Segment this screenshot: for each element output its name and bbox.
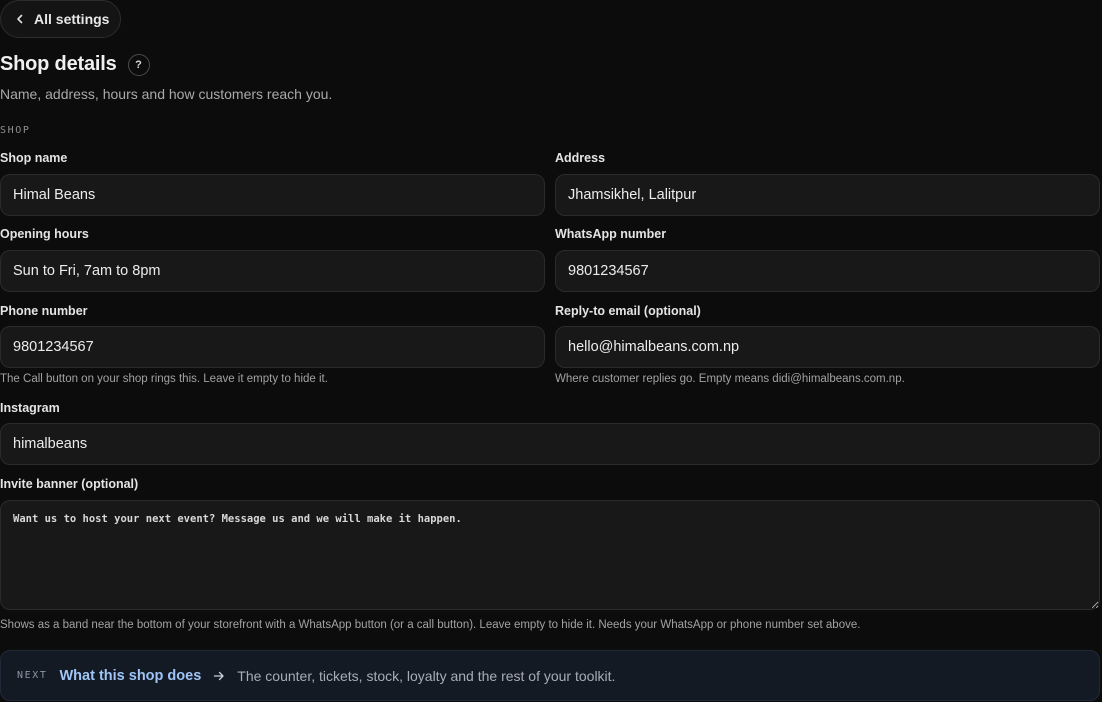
section-label: SHOP — [0, 125, 31, 136]
invite-banner-label: Invite banner (optional) — [0, 477, 139, 491]
reply-email-input[interactable] — [555, 326, 1100, 368]
question-icon[interactable]: ? — [127, 53, 150, 76]
arrow-right-icon — [213, 670, 225, 682]
page-title: Shop details — [0, 53, 117, 75]
invite-banner-hint: Shows as a band near the bottom of your … — [0, 619, 861, 631]
phone-hint: The Call button on your shop rings this.… — [0, 373, 328, 385]
reply-email-hint: Where customer replies go. Empty means d… — [555, 373, 905, 385]
all-settings-label: All settings — [34, 11, 110, 27]
phone-input[interactable] — [0, 326, 545, 368]
invite-banner-textarea[interactable]: Want us to host your next event? Message… — [0, 500, 1100, 610]
reply-email-label: Reply-to email (optional) — [555, 304, 701, 318]
all-settings-button[interactable]: All settings — [0, 0, 121, 38]
shop-name-label: Shop name — [0, 151, 68, 165]
opening-hours-input[interactable] — [0, 250, 545, 292]
address-input[interactable] — [555, 174, 1100, 216]
chevron-left-icon — [17, 14, 23, 24]
whatsapp-input[interactable] — [555, 250, 1100, 292]
whatsapp-label: WhatsApp number — [555, 227, 667, 241]
page-subtitle: Name, address, hours and how customers r… — [0, 86, 333, 102]
next-description: The counter, tickets, stock, loyalty and… — [237, 667, 616, 684]
shop-name-input[interactable] — [0, 174, 545, 216]
instagram-input[interactable] — [0, 423, 1100, 465]
address-label: Address — [555, 151, 606, 165]
shop-details-page: All settings Shop details ? Name, addres… — [0, 0, 1102, 702]
opening-hours-label: Opening hours — [0, 227, 89, 241]
next-section-link[interactable]: NEXT What this shop does The counter, ti… — [0, 650, 1100, 701]
title-row: Shop details ? — [0, 53, 150, 76]
instagram-label: Instagram — [0, 401, 60, 415]
next-title[interactable]: What this shop does — [59, 668, 201, 684]
phone-label: Phone number — [0, 304, 88, 318]
next-tag: NEXT — [17, 670, 48, 681]
